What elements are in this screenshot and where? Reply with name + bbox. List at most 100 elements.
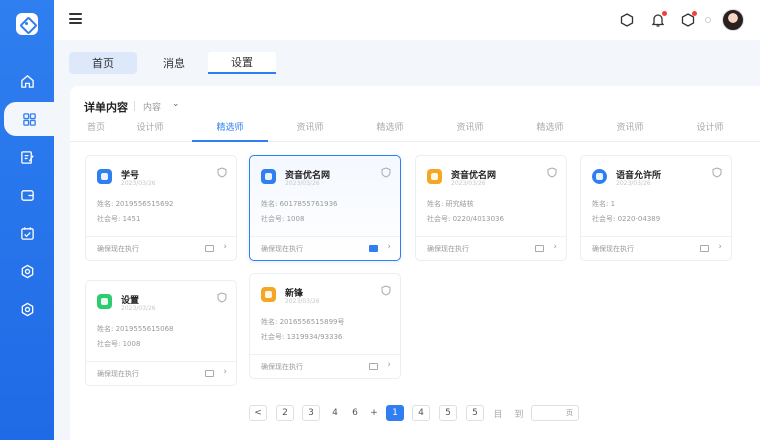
chevron-right-icon[interactable]: › <box>223 367 227 377</box>
card[interactable]: 语音允许所 2023/03/26 姓名: 1 社会号: 0220-04389 确… <box>580 155 732 261</box>
subtab-4[interactable]: 精选师 <box>364 122 416 142</box>
sidebar-item-wallet[interactable] <box>0 178 54 212</box>
sidebar-item-settings-alt[interactable] <box>0 292 54 326</box>
card-date: 2023/03/26 <box>121 180 156 187</box>
tab-messages[interactable]: 消息 <box>140 52 208 74</box>
chevron-right-icon[interactable]: › <box>387 360 391 370</box>
card-date: 2023/03/26 <box>616 180 651 187</box>
page-button[interactable]: 4 <box>412 405 430 421</box>
page-grid-icon[interactable]: 目 <box>490 405 506 421</box>
notification-icon[interactable] <box>681 11 697 28</box>
subtab-7[interactable]: 资讯师 <box>604 122 656 142</box>
shield-icon[interactable] <box>217 292 227 303</box>
shield-icon[interactable] <box>217 167 227 178</box>
image-icon[interactable] <box>205 370 214 377</box>
chevron-down-icon[interactable]: ⌄ <box>172 99 180 109</box>
sidebar-item-grid[interactable] <box>4 102 54 136</box>
image-icon[interactable] <box>369 363 378 370</box>
subtab-2[interactable]: 精选师 <box>192 122 268 142</box>
card-footer: 确保现在执行 › <box>250 236 400 260</box>
card-line: 社会号: 1319934/93336 <box>261 333 343 341</box>
user-avatar[interactable] <box>722 9 744 31</box>
subtab-5[interactable]: 资讯师 <box>444 122 496 142</box>
page-button[interactable]: 5 <box>439 405 457 421</box>
page-jump-input[interactable]: 页 <box>531 405 579 421</box>
card-date: 2023/03/26 <box>285 180 320 187</box>
card-footer-text: 确保现在执行 <box>592 245 634 253</box>
settings-hex-icon <box>21 264 33 278</box>
sidebar-item-home[interactable] <box>0 64 54 98</box>
home-icon <box>20 74 34 88</box>
card[interactable]: 资音优名网 2023/03/26 姓名: 6017855761936 社会号: … <box>249 155 401 261</box>
sub-tabs: 首页 设计师 精选师 资讯师 精选师 资讯师 精选师 资讯师 设计师 <box>70 122 760 142</box>
card-line: 姓名: 研究结核 <box>427 200 474 208</box>
calendar-icon <box>20 226 34 240</box>
card-line: 姓名: 1 <box>592 200 616 208</box>
wallet-icon <box>20 189 34 201</box>
bell-badge <box>662 11 667 16</box>
menu-toggle-icon[interactable] <box>69 13 82 24</box>
image-icon[interactable] <box>535 245 544 252</box>
page-ellipsis[interactable]: + <box>366 405 382 421</box>
page-button[interactable]: 5 <box>466 405 484 421</box>
page-button[interactable]: 4 <box>327 405 343 421</box>
card[interactable]: 设置 2023/03/26 姓名: 2019555615068 社会号: 100… <box>85 280 237 386</box>
sidebar-item-calendar[interactable] <box>0 216 54 250</box>
bell-icon[interactable] <box>651 11 667 28</box>
subtab-6[interactable]: 精选师 <box>524 122 576 142</box>
page-button[interactable]: 3 <box>302 405 320 421</box>
card-icon <box>97 294 112 309</box>
home-outline-icon[interactable] <box>620 12 634 28</box>
divider <box>134 101 135 111</box>
tab-home[interactable]: 首页 <box>69 52 137 74</box>
card-footer: 确保现在执行 › <box>86 361 236 385</box>
subtab-8[interactable]: 设计师 <box>684 122 736 142</box>
settings-hex-alt-icon <box>21 302 33 316</box>
card-footer-text: 确保现在执行 <box>97 245 139 253</box>
card[interactable]: 学号 2023/03/26 姓名: 2019556515692 社会号: 145… <box>85 155 237 261</box>
shield-icon[interactable] <box>381 167 391 178</box>
image-icon[interactable] <box>205 245 214 252</box>
page-button[interactable]: 2 <box>276 405 294 421</box>
card-footer-text: 确保现在执行 <box>261 363 303 371</box>
tab-settings[interactable]: 设置 <box>208 52 276 74</box>
chevron-right-icon[interactable]: › <box>223 242 227 252</box>
card-line: 姓名: 2019555615068 <box>97 325 174 333</box>
shield-icon[interactable] <box>381 285 391 296</box>
image-icon[interactable] <box>700 245 709 252</box>
card-date: 2023/03/26 <box>285 298 320 305</box>
chevron-right-icon[interactable]: › <box>553 242 557 252</box>
card-icon <box>427 169 442 184</box>
page-button-current[interactable]: 1 <box>386 405 404 421</box>
shield-icon[interactable] <box>712 167 722 178</box>
image-icon[interactable] <box>369 245 378 252</box>
card-line: 姓名: 6017855761936 <box>261 200 338 208</box>
card[interactable]: 资音优名网 2023/03/26 姓名: 研究结核 社会号: 0220/4013… <box>415 155 567 261</box>
card[interactable]: 新锋 2023/03/26 姓名: 2016556515899号 社会号: 13… <box>249 273 401 379</box>
chevron-right-icon[interactable]: › <box>387 242 391 252</box>
notification-badge <box>692 11 697 16</box>
subtab-1[interactable]: 设计师 <box>124 122 176 142</box>
goto-label: 到 <box>514 409 524 420</box>
card-icon <box>261 169 276 184</box>
prev-page-button[interactable]: < <box>249 405 267 421</box>
card-footer: 确保现在执行 › <box>250 354 400 378</box>
page-button[interactable]: 6 <box>347 405 363 421</box>
card-footer: 确保现在执行 › <box>581 236 731 260</box>
card-footer: 确保现在执行 › <box>416 236 566 260</box>
card-footer-text: 确保现在执行 <box>261 245 303 253</box>
dot-icon <box>705 17 711 23</box>
card-line: 姓名: 2019556515692 <box>97 200 174 208</box>
card-line: 社会号: 1451 <box>97 215 141 223</box>
app-logo-icon[interactable] <box>16 13 38 35</box>
sidebar-item-settings[interactable] <box>0 254 54 288</box>
subtab-3[interactable]: 资讯师 <box>284 122 336 142</box>
shield-icon[interactable] <box>547 167 557 178</box>
panel-title: 详单内容 <box>84 101 128 114</box>
top-bar <box>54 0 760 40</box>
content-select[interactable]: 内容 <box>143 100 161 113</box>
chevron-right-icon[interactable]: › <box>718 242 722 252</box>
card-icon <box>261 287 276 302</box>
sidebar-item-edit[interactable] <box>0 140 54 174</box>
subtab-0[interactable]: 首页 <box>70 122 122 142</box>
